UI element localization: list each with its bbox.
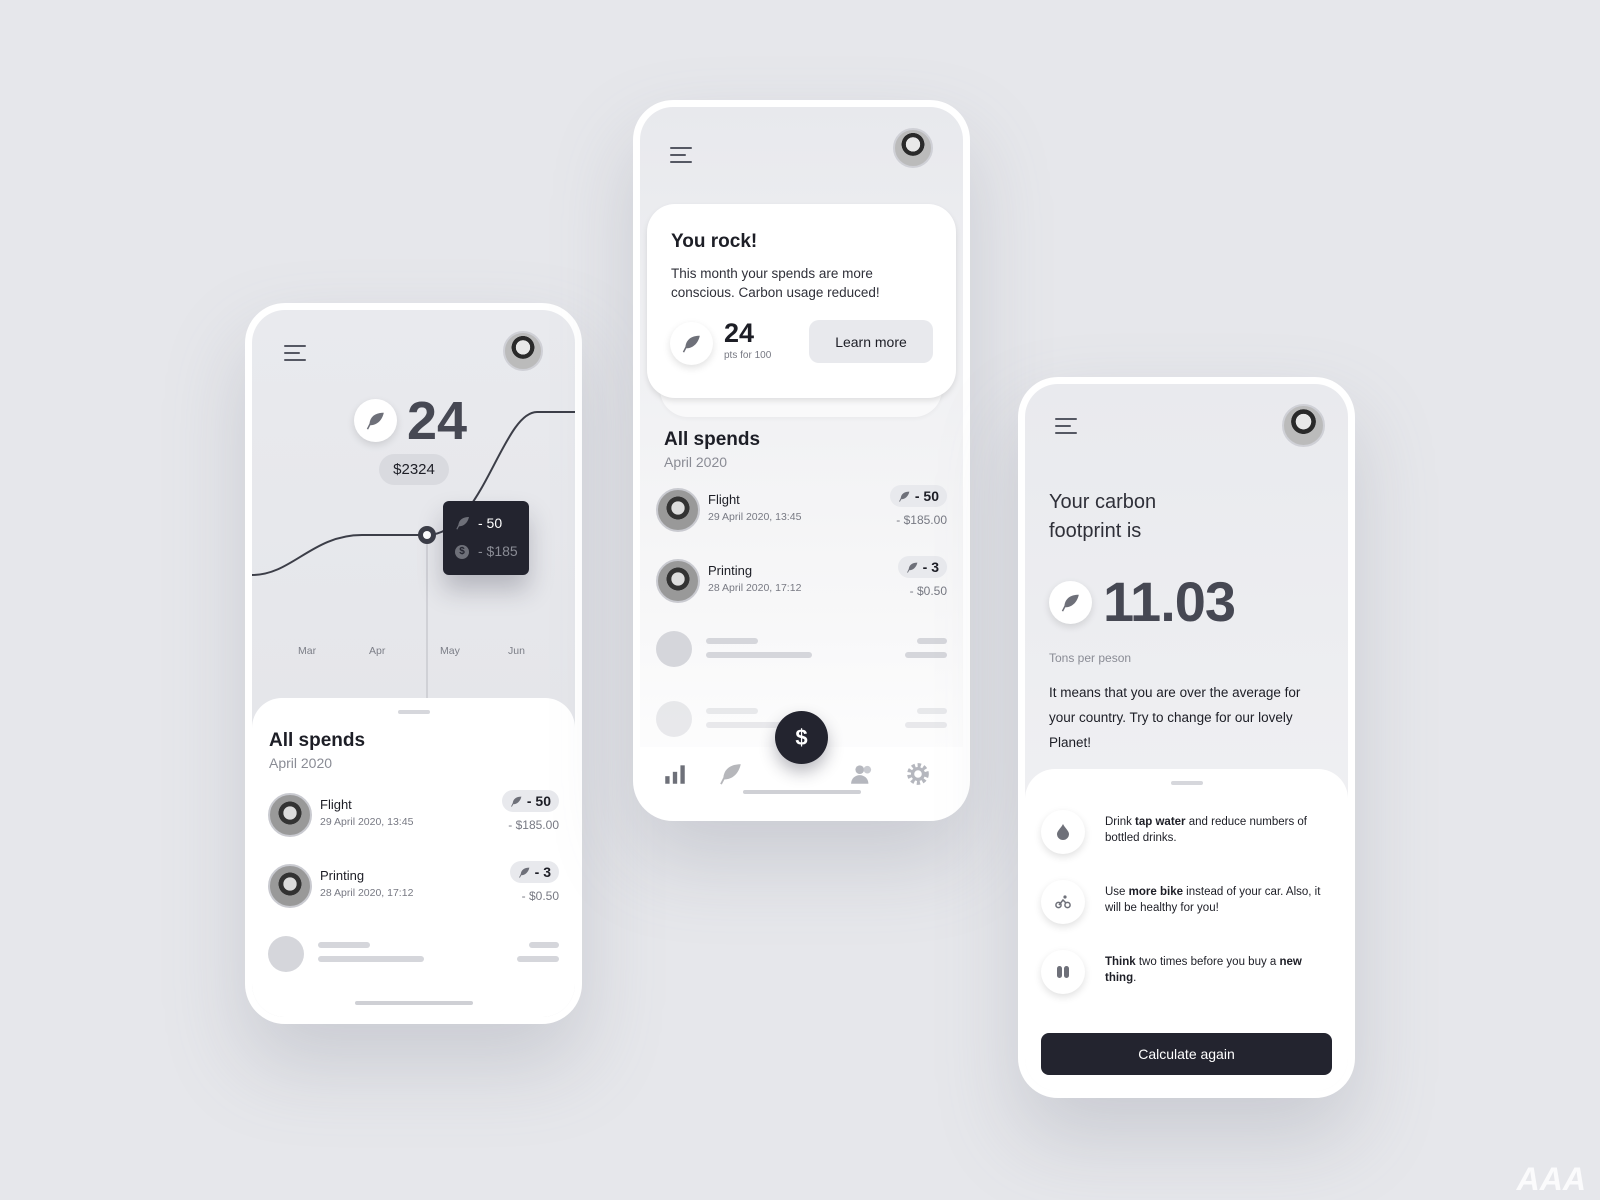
sheet-handle[interactable] (397, 710, 430, 714)
bar-chart-icon[interactable] (662, 761, 688, 787)
points-caption: pts for 100 (724, 350, 772, 361)
month-label[interactable]: May (440, 645, 460, 657)
tip-item: Think two times before you buy a new thi… (1041, 950, 1332, 996)
tip-item: Drink tap water and reduce numbers of bo… (1041, 810, 1332, 856)
item-date: 28 April 2020, 17:12 (708, 582, 802, 594)
tip-text: Use more bike instead of your car. Also,… (1105, 886, 1321, 914)
month-label[interactable]: Jun (508, 645, 525, 657)
item-date: 28 April 2020, 17:12 (320, 887, 414, 899)
tooltip-amount: - $185 (478, 543, 518, 559)
section-period: April 2020 (664, 454, 728, 470)
tip-text: Think two times before you buy a new thi… (1105, 956, 1302, 984)
tip-item: Use more bike instead of your car. Also,… (1041, 880, 1332, 926)
skeleton-item (268, 936, 559, 972)
list-item[interactable]: Printing 28 April 2020, 17:12 - 3 - $0.5… (656, 556, 947, 603)
list-item[interactable]: Flight 29 April 2020, 13:45 - 50 - $185.… (656, 485, 947, 532)
avatar (656, 488, 700, 532)
section-period: April 2020 (269, 755, 333, 771)
menu-icon[interactable] (670, 147, 694, 165)
dollar-icon: $ (455, 545, 469, 559)
home-indicator (742, 790, 861, 794)
avatar[interactable] (893, 128, 933, 168)
month-label[interactable]: Mar (298, 645, 316, 657)
avatar[interactable] (1282, 404, 1325, 447)
add-spend-button[interactable]: $ (775, 711, 828, 764)
phone-screen-home: You rock! This month your spends are mor… (633, 100, 970, 821)
card-text: This month your spends are more consciou… (671, 266, 880, 300)
menu-icon[interactable] (1055, 418, 1079, 436)
avatar (268, 793, 312, 837)
section-title: All spends (664, 429, 761, 450)
footprint-title: Your carbon footprint is (1049, 491, 1157, 542)
item-amount: - $185.00 (896, 513, 947, 527)
gear-icon[interactable] (905, 761, 931, 787)
phone-screen-footprint: Your carbon footprint is 11.03 Tons per … (1018, 377, 1355, 1098)
footprints-icon (1041, 950, 1085, 994)
water-drop-icon (1041, 810, 1085, 854)
item-date: 29 April 2020, 13:45 (708, 511, 802, 523)
item-title: Printing (320, 868, 365, 883)
month-label[interactable]: Apr (369, 645, 385, 657)
avatar (656, 559, 700, 603)
points-badge: - 3 (509, 861, 559, 883)
spends-sheet: All spends April 2020 Flight 29 April 20… (252, 698, 575, 1017)
item-amount: - $185.00 (508, 818, 559, 832)
item-date: 29 April 2020, 13:45 (320, 816, 414, 828)
sheet-handle[interactable] (1170, 781, 1203, 785)
learn-more-button[interactable]: Learn more (809, 320, 933, 363)
tip-text: Drink tap water and reduce numbers of bo… (1105, 816, 1307, 844)
home-indicator (354, 1001, 473, 1005)
item-title: Printing (708, 563, 753, 578)
watermark-logo: AAA (1516, 1161, 1586, 1197)
item-amount: - $0.50 (909, 584, 947, 598)
leaf-icon (906, 561, 919, 574)
list-item[interactable]: Flight 29 April 2020, 13:45 - 50 - $185.… (268, 790, 559, 837)
leaf-icon (898, 490, 911, 503)
item-title: Flight (320, 797, 352, 812)
footprint-value: 11.03 (1103, 570, 1236, 633)
points-badge: - 50 (889, 485, 947, 507)
leaf-icon (670, 322, 713, 365)
bike-icon (1041, 880, 1085, 924)
people-icon[interactable] (850, 761, 876, 787)
tooltip-points: - 50 (478, 515, 503, 531)
points-badge: - 50 (501, 790, 559, 812)
phone-screen-chart: 24 $2324 - 50 $ - $185 Mar Apr May Jun A… (245, 303, 582, 1024)
points-badge: - 3 (897, 556, 947, 578)
leaf-icon (1049, 581, 1092, 624)
footprint-text: It means that you are over the average f… (1049, 685, 1301, 750)
chart-tooltip: - 50 $ - $185 (443, 501, 529, 575)
avatar (268, 864, 312, 908)
section-title: All spends (269, 730, 366, 751)
item-title: Flight (708, 492, 740, 507)
item-amount: - $0.50 (521, 889, 559, 903)
skeleton-item (656, 631, 947, 667)
tips-sheet: Drink tap water and reduce numbers of bo… (1025, 769, 1348, 1091)
points-value: 24 (724, 318, 755, 348)
list-item[interactable]: Printing 28 April 2020, 17:12 - 3 - $0.5… (268, 861, 559, 908)
summary-card: You rock! This month your spends are mor… (647, 204, 956, 398)
leaf-icon (510, 795, 523, 808)
leaf-icon[interactable] (718, 761, 744, 787)
calculate-again-button[interactable]: Calculate again (1041, 1033, 1332, 1075)
leaf-icon (518, 866, 531, 879)
footprint-unit: Tons per peson (1049, 651, 1132, 665)
card-title: You rock! (671, 231, 758, 252)
